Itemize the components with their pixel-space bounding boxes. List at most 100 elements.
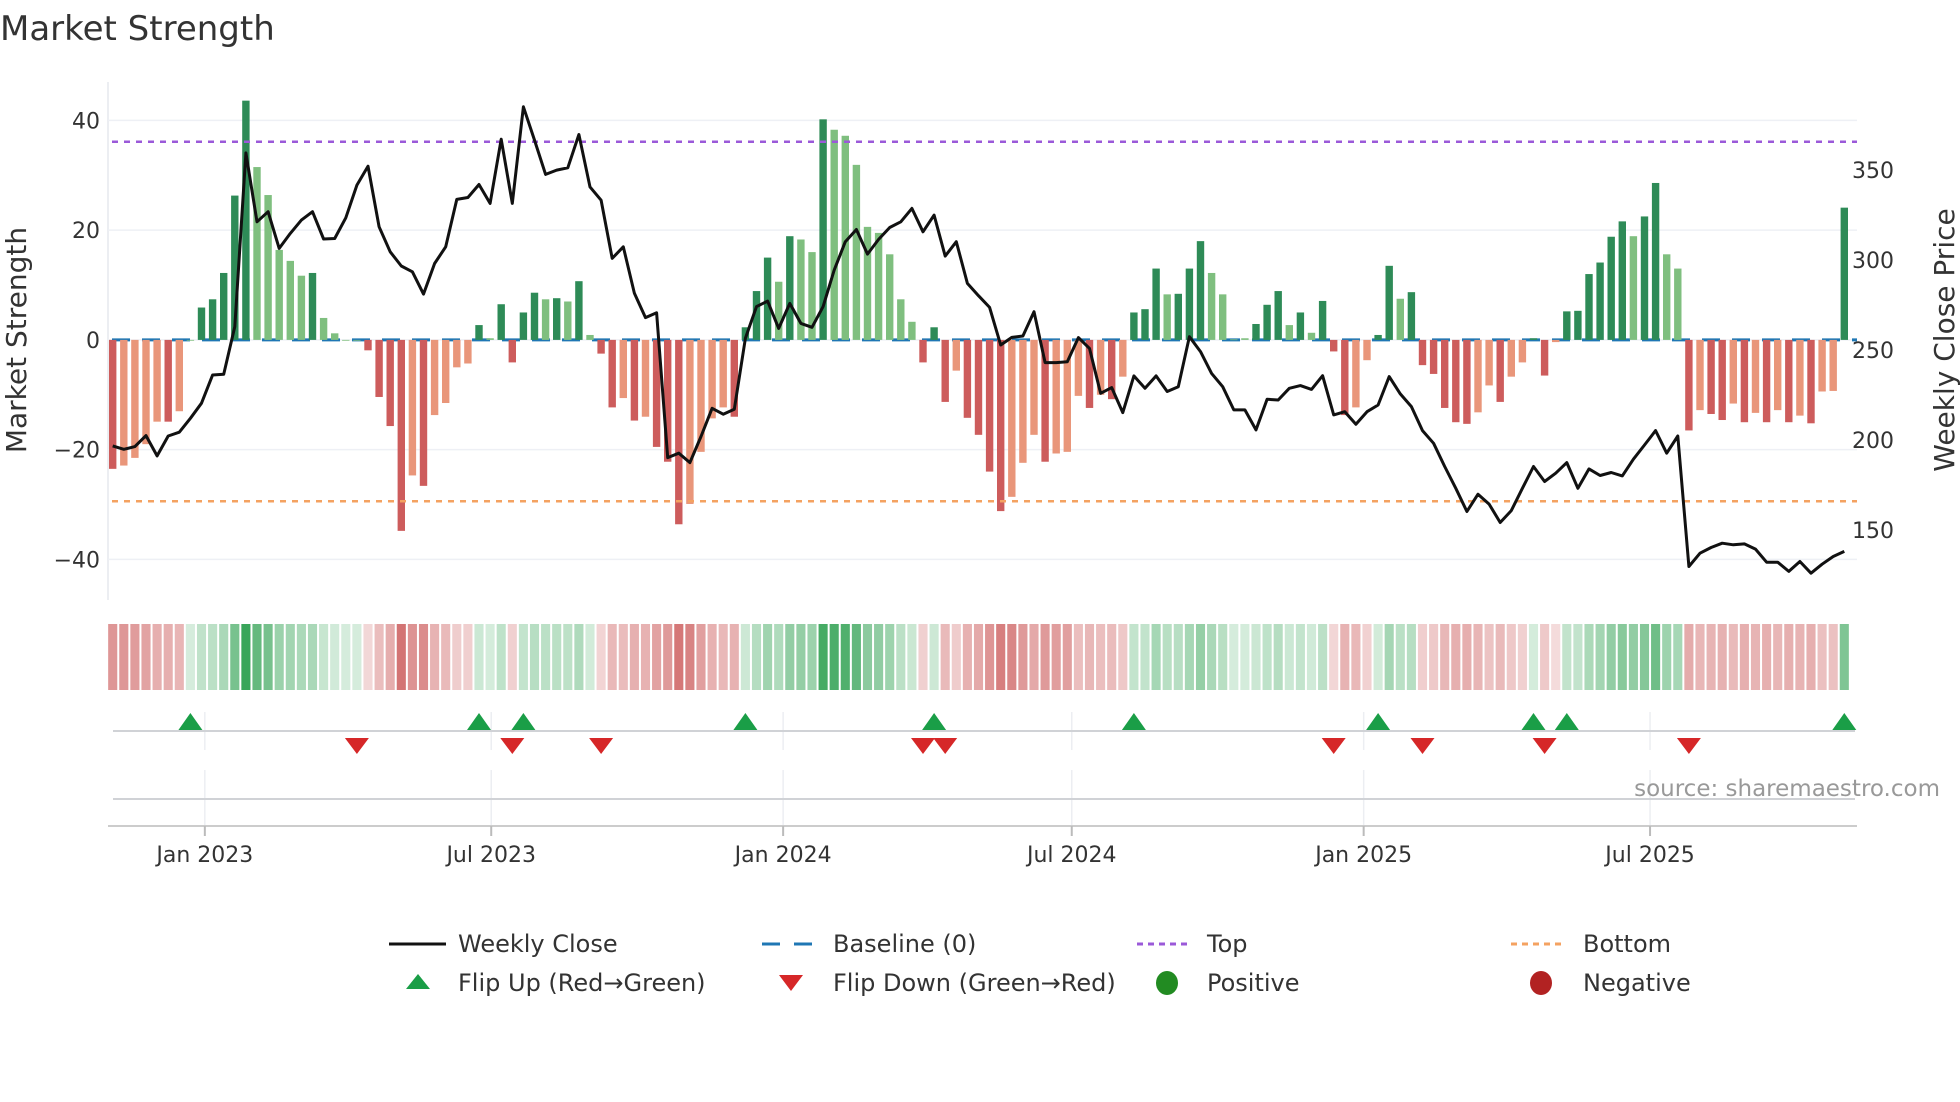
flip-down-marker <box>1321 738 1346 754</box>
heatmap-cell <box>929 624 939 690</box>
strength-bar <box>597 339 605 354</box>
strength-bar <box>1807 339 1815 424</box>
strength-bar <box>364 339 372 351</box>
flip-up-marker <box>922 713 947 730</box>
strength-bar <box>1640 216 1649 340</box>
x-axis: Jan 2023 Jul 2023 Jan 2024 Jul 2024 Jan 2025… <box>108 825 1857 868</box>
flip-down-marker <box>933 738 958 754</box>
strength-bar <box>1718 339 1726 421</box>
heatmap-cell <box>973 624 984 690</box>
flip-markers-panel <box>113 712 1857 826</box>
flip-down-marker <box>1676 738 1701 754</box>
strength-bar <box>1829 339 1837 391</box>
strength-bar <box>186 339 195 341</box>
legend-positive-dot <box>1156 971 1178 995</box>
heatmap-cell <box>1151 624 1161 690</box>
strength-bar <box>1840 207 1848 340</box>
heatmap-cell <box>396 624 406 690</box>
heatmap-cell <box>1717 624 1727 690</box>
strength-bar <box>1463 339 1471 424</box>
heatmap-cell <box>1617 624 1627 690</box>
legend-label: Baseline (0) <box>833 930 976 958</box>
heatmap-cell <box>718 624 728 690</box>
heatmap-cell <box>1706 624 1716 690</box>
strength-bar <box>1729 339 1737 404</box>
strength-bar <box>220 272 228 340</box>
strength-bar <box>719 339 727 408</box>
heatmap-cell <box>1750 624 1761 690</box>
heatmap-cell <box>552 624 562 690</box>
strength-bar <box>131 339 139 458</box>
heatmap-cell <box>896 624 906 690</box>
strength-bar <box>331 333 339 340</box>
legend-label: Positive <box>1207 969 1300 997</box>
strength-bar <box>1540 339 1549 376</box>
strength-bar <box>1374 334 1382 340</box>
heatmap-cell <box>1462 624 1472 690</box>
heatmap-cell <box>1351 624 1361 690</box>
y2-tick-label: 300 <box>1852 249 1894 274</box>
strength-bar <box>641 339 650 417</box>
flip-up-marker <box>1554 713 1579 730</box>
legend-label: Flip Up (Red→Green) <box>458 969 706 997</box>
strength-bar <box>164 339 172 422</box>
heatmap-cell <box>985 624 995 690</box>
heatmap-cell <box>629 624 639 690</box>
heatmap-cell <box>330 624 340 690</box>
heatmap-cell <box>1517 624 1527 690</box>
heatmap-cell <box>829 624 839 690</box>
strength-bar <box>686 339 694 504</box>
strength-bar <box>275 249 283 340</box>
legend-label: Top <box>1206 930 1248 958</box>
strength-bar <box>1607 236 1615 340</box>
heatmap-cell <box>1306 624 1317 690</box>
flip-down-marker <box>911 738 935 754</box>
heatmap-cell <box>152 624 162 690</box>
heatmap-cell <box>1162 624 1172 690</box>
strength-bar <box>1008 339 1016 497</box>
strength-bar <box>1185 268 1194 340</box>
heatmap-cell <box>1073 624 1083 690</box>
heatmap-cell <box>130 624 140 690</box>
heatmap-cell <box>1695 624 1705 690</box>
strength-heatmap-strip <box>108 624 1849 690</box>
strength-bar <box>1618 221 1626 340</box>
flip-down-marker <box>500 738 525 754</box>
strength-bar <box>930 327 938 340</box>
strength-bar <box>564 301 572 340</box>
strength-bar <box>297 275 306 340</box>
strength-bar <box>419 339 428 486</box>
heatmap-cell <box>1096 624 1106 690</box>
heatmap-cell <box>674 624 684 690</box>
legend-label: Flip Down (Green→Red) <box>833 969 1116 997</box>
heatmap-cell <box>785 624 795 690</box>
strength-bar <box>1707 339 1715 414</box>
flip-up-marker <box>733 713 758 730</box>
heatmap-cell <box>185 624 195 690</box>
heatmap-cell <box>1318 624 1328 690</box>
heatmap-cell <box>652 624 662 690</box>
strength-bar <box>630 339 639 421</box>
heatmap-cell <box>1817 624 1827 690</box>
flip-down-marker <box>1410 738 1435 754</box>
heatmap-cell <box>196 624 207 690</box>
heatmap-cell <box>319 624 329 690</box>
legend-label: Negative <box>1583 969 1691 997</box>
heatmap-cell <box>1329 624 1339 690</box>
heatmap-cell <box>840 624 850 690</box>
strength-bar <box>308 272 317 340</box>
heatmap-cell <box>496 624 506 690</box>
legend-label: Bottom <box>1583 930 1671 958</box>
heatmap-cell <box>1273 624 1283 690</box>
strength-bar <box>1651 182 1660 340</box>
heatmap-cell <box>918 624 928 690</box>
heatmap-cell <box>874 624 884 690</box>
heatmap-cell <box>1728 624 1738 690</box>
strength-bar <box>286 260 294 340</box>
heatmap-cell <box>607 624 617 690</box>
strength-bar <box>1796 339 1804 416</box>
strength-bar <box>852 164 861 340</box>
heatmap-cell <box>1362 624 1372 690</box>
strength-bar <box>1385 265 1393 340</box>
heatmap-cell <box>1029 624 1039 690</box>
